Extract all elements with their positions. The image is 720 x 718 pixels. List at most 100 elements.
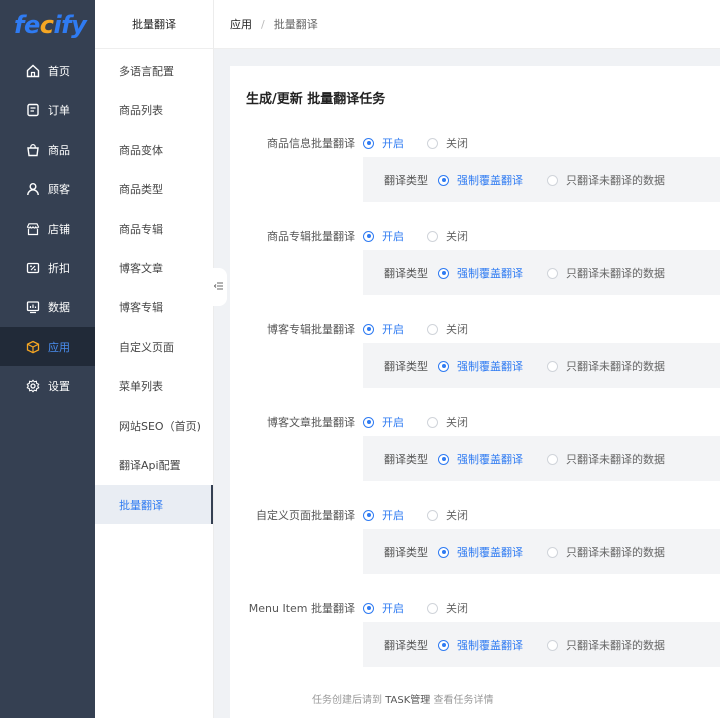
nav-label: 订单 <box>48 103 70 117</box>
radio-disable[interactable]: 关闭 <box>427 135 468 151</box>
row-label: Menu Item 批量翻译 <box>248 602 355 615</box>
nav-item-data[interactable]: 数据 <box>0 287 95 326</box>
radio-label: 只翻译未翻译的数据 <box>566 174 665 187</box>
sub-item[interactable]: 翻译Api配置 <box>95 445 213 484</box>
radio-label: 关闭 <box>446 230 468 243</box>
footer-text: 任务创建后请到 <box>312 695 386 706</box>
translate-type-box: 翻译类型 强制覆盖翻译 只翻译未翻译的数据 <box>363 622 720 667</box>
batch-translate-panel: 生成/更新 批量翻译任务 商品信息批量翻译 开启 关闭 翻译类型 强制覆盖翻译 … <box>230 66 720 718</box>
nav-item-home[interactable]: 首页 <box>0 51 95 90</box>
radio-label: 关闭 <box>446 602 468 615</box>
radio-overwrite[interactable]: 强制覆盖翻译 <box>438 265 523 281</box>
radio-label: 只翻译未翻译的数据 <box>566 267 665 280</box>
nav-item-orders[interactable]: 订单 <box>0 90 95 129</box>
nav-label: 顾客 <box>48 182 70 196</box>
radio-label: 关闭 <box>446 137 468 150</box>
nav-label: 应用 <box>48 340 70 354</box>
row-label: 商品信息批量翻译 <box>267 137 355 150</box>
task-manage-link[interactable]: TASK管理 <box>385 695 430 706</box>
radio-label: 强制覆盖翻译 <box>457 267 523 280</box>
radio-disable[interactable]: 关闭 <box>427 414 468 430</box>
radio-overwrite[interactable]: 强制覆盖翻译 <box>438 358 523 374</box>
radio-overwrite[interactable]: 强制覆盖翻译 <box>438 637 523 653</box>
sub-item[interactable]: 菜单列表 <box>95 366 213 405</box>
translate-type-label: 翻译类型 <box>384 453 428 466</box>
radio-untranslated[interactable]: 只翻译未翻译的数据 <box>547 358 665 374</box>
discount-icon <box>25 260 41 276</box>
radio-untranslated[interactable]: 只翻译未翻译的数据 <box>547 544 665 560</box>
radio-untranslated[interactable]: 只翻译未翻译的数据 <box>547 637 665 653</box>
sub-sidebar-title: 批量翻译 <box>95 0 213 49</box>
radio-checked-icon <box>363 602 374 614</box>
sub-item[interactable]: 商品列表 <box>95 90 213 129</box>
nav-item-customers[interactable]: 顾客 <box>0 169 95 208</box>
radio-disable[interactable]: 关闭 <box>427 321 468 337</box>
radio-label: 开启 <box>382 323 404 336</box>
radio-label: 强制覆盖翻译 <box>457 546 523 559</box>
sub-item[interactable]: 商品专辑 <box>95 209 213 248</box>
breadcrumb-separator: / <box>261 17 265 31</box>
radio-label: 强制覆盖翻译 <box>457 639 523 652</box>
home-icon <box>25 63 41 79</box>
radio-enable[interactable]: 开启 <box>363 507 404 523</box>
radio-checked-icon <box>363 137 374 149</box>
radio-label: 只翻译未翻译的数据 <box>566 453 665 466</box>
nav-item-products[interactable]: 商品 <box>0 130 95 169</box>
translate-type-box: 翻译类型 强制覆盖翻译 只翻译未翻译的数据 <box>363 436 720 481</box>
radio-overwrite[interactable]: 强制覆盖翻译 <box>438 172 523 188</box>
sub-item[interactable]: 博客文章 <box>95 248 213 287</box>
sub-item[interactable]: 自定义页面 <box>95 327 213 366</box>
radio-enable[interactable]: 开启 <box>363 600 404 616</box>
radio-unchecked-icon <box>547 639 558 651</box>
bag-icon <box>25 142 41 158</box>
row-label: 博客专辑批量翻译 <box>267 323 355 336</box>
radio-enable[interactable]: 开启 <box>363 321 404 337</box>
radio-disable[interactable]: 关闭 <box>427 507 468 523</box>
radio-overwrite[interactable]: 强制覆盖翻译 <box>438 544 523 560</box>
radio-disable[interactable]: 关闭 <box>427 228 468 244</box>
radio-unchecked-icon <box>547 453 558 465</box>
radio-enable[interactable]: 开启 <box>363 135 404 151</box>
footer-text: 查看任务详情 <box>430 695 494 706</box>
breadcrumb-app[interactable]: 应用 <box>230 16 252 32</box>
sub-item[interactable]: 多语言配置 <box>95 51 213 90</box>
radio-checked-icon <box>363 323 374 335</box>
radio-checked-icon <box>438 453 449 465</box>
radio-label: 开启 <box>382 230 404 243</box>
order-icon <box>25 102 41 118</box>
radio-label: 强制覆盖翻译 <box>457 174 523 187</box>
radio-untranslated[interactable]: 只翻译未翻译的数据 <box>547 265 665 281</box>
radio-checked-icon <box>363 230 374 242</box>
translate-type-label: 翻译类型 <box>384 360 428 373</box>
collapse-sidebar-button[interactable] <box>211 268 227 306</box>
nav-item-apps[interactable]: 应用 <box>0 327 95 366</box>
radio-disable[interactable]: 关闭 <box>427 600 468 616</box>
chart-icon <box>25 299 41 315</box>
main-sidebar: fecify 首页 订单 商品 顾客 店铺 折扣 数据 应用 设置 <box>0 0 95 718</box>
sub-item[interactable]: 博客专辑 <box>95 287 213 326</box>
radio-checked-icon <box>438 267 449 279</box>
radio-checked-icon <box>438 360 449 372</box>
radio-enable[interactable]: 开启 <box>363 414 404 430</box>
translate-type-label: 翻译类型 <box>384 174 428 187</box>
nav-label: 店铺 <box>48 222 70 236</box>
translate-type-label: 翻译类型 <box>384 546 428 559</box>
sub-item[interactable]: 网站SEO（首页) <box>95 406 213 445</box>
radio-unchecked-icon <box>427 416 438 428</box>
sub-item-active[interactable]: 批量翻译 <box>95 485 213 524</box>
radio-untranslated[interactable]: 只翻译未翻译的数据 <box>547 172 665 188</box>
radio-label: 只翻译未翻译的数据 <box>566 360 665 373</box>
radio-label: 只翻译未翻译的数据 <box>566 639 665 652</box>
radio-checked-icon <box>363 416 374 428</box>
nav-item-settings[interactable]: 设置 <box>0 366 95 405</box>
translate-type-box: 翻译类型 强制覆盖翻译 只翻译未翻译的数据 <box>363 529 720 574</box>
radio-enable[interactable]: 开启 <box>363 228 404 244</box>
logo[interactable]: fecify <box>0 0 95 50</box>
translate-type-box: 翻译类型 强制覆盖翻译 只翻译未翻译的数据 <box>363 157 720 202</box>
sub-item[interactable]: 商品类型 <box>95 169 213 208</box>
radio-overwrite[interactable]: 强制覆盖翻译 <box>438 451 523 467</box>
nav-item-discount[interactable]: 折扣 <box>0 248 95 287</box>
nav-item-store[interactable]: 店铺 <box>0 209 95 248</box>
sub-item[interactable]: 商品变体 <box>95 130 213 169</box>
radio-untranslated[interactable]: 只翻译未翻译的数据 <box>547 451 665 467</box>
